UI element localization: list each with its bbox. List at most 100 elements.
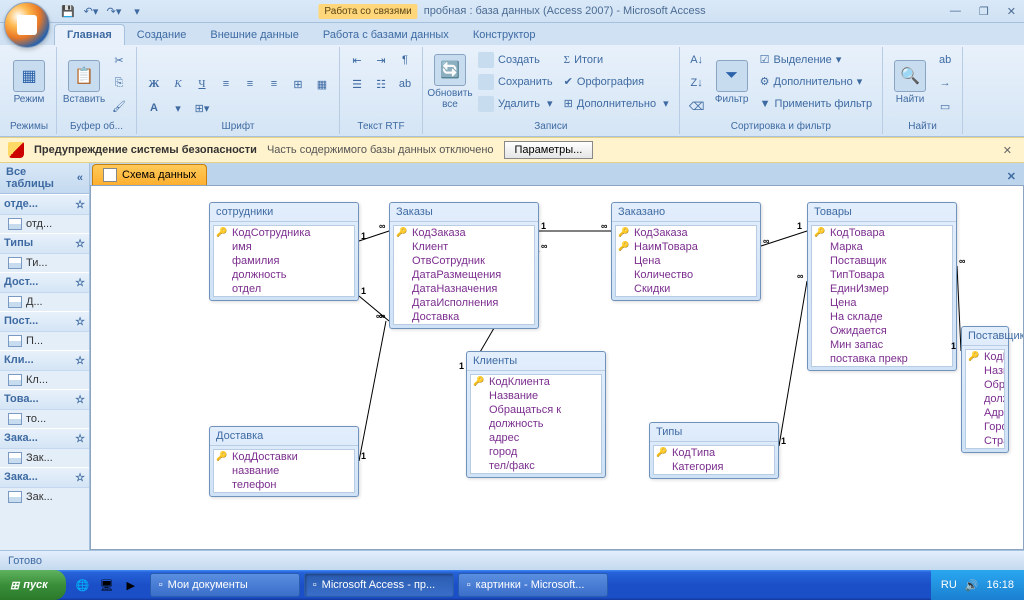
toggle-filter-button[interactable]: ▼Применить фильтр [756, 93, 876, 114]
nav-table-item[interactable]: Зак... [0, 488, 89, 506]
align-right-button[interactable]: ≡ [263, 73, 285, 95]
nav-group-header[interactable]: отде...☆ [0, 194, 89, 215]
refresh-all-button[interactable]: 🔄 Обновить все [429, 49, 471, 115]
nav-table-item[interactable]: Зак... [0, 449, 89, 467]
view-mode-button[interactable]: ▦ Режим [8, 49, 50, 115]
taskbar-app-button[interactable]: ▫картинки - Microsoft... [458, 573, 608, 597]
table-field[interactable]: КодЗаказа [394, 226, 534, 240]
nav-group-header[interactable]: Типы☆ [0, 233, 89, 254]
decrease-indent-button[interactable]: ⇤ [346, 49, 368, 71]
tab-database-tools[interactable]: Работа с базами данных [311, 25, 461, 45]
minimize-button[interactable]: — [946, 5, 965, 18]
table-field[interactable]: Цена [812, 296, 952, 310]
clear-sort-button[interactable]: ⌫ [686, 95, 708, 117]
table-field[interactable]: Категория [654, 460, 774, 474]
table-field[interactable]: название [214, 464, 354, 478]
ql-desktop-icon[interactable]: 🖥 [96, 574, 118, 596]
table-field[interactable]: КодСотрудника [214, 226, 354, 240]
table-field[interactable]: На складе [812, 310, 952, 324]
select-button[interactable]: ▭ [934, 95, 956, 117]
language-indicator[interactable]: RU [941, 579, 957, 591]
table-field[interactable]: Обращаться к [966, 378, 1004, 392]
bullet-list-button[interactable]: ☰ [346, 73, 368, 95]
save-record-button[interactable]: Сохранить [474, 71, 557, 92]
table-field[interactable]: КодПоставщика [966, 350, 1004, 364]
table-field[interactable]: имя [214, 240, 354, 254]
taskbar-app-button[interactable]: ▫Мои документы [150, 573, 300, 597]
table-field[interactable]: Мин запас [812, 338, 952, 352]
save-icon[interactable]: 💾 [58, 1, 78, 21]
delete-record-button[interactable]: Удалить ▾ [474, 93, 557, 114]
italic-button[interactable]: К [167, 73, 189, 95]
ql-ie-icon[interactable]: 🌐 [72, 574, 94, 596]
table-field[interactable]: тел/факс [471, 459, 601, 473]
security-close-button[interactable]: ✕ [999, 144, 1016, 157]
relationships-tab[interactable]: Схема данных [92, 164, 207, 185]
close-button[interactable]: ✕ [1003, 5, 1020, 18]
tray-icon[interactable]: 🔊 [965, 579, 979, 592]
format-painter-button[interactable]: 🖌 [108, 95, 130, 117]
table-field[interactable]: Название [966, 364, 1004, 378]
nav-group-header[interactable]: Това...☆ [0, 389, 89, 410]
nav-table-item[interactable]: то... [0, 410, 89, 428]
table-field[interactable]: ДатаИсполнения [394, 296, 534, 310]
table-field[interactable]: Количество [616, 268, 756, 282]
table-window-klienty[interactable]: КлиентыКодКлиентаНазваниеОбращаться кдол… [466, 351, 606, 478]
table-field[interactable]: город [471, 445, 601, 459]
underline-button[interactable]: Ч [191, 73, 213, 95]
more-records-button[interactable]: ⊞Дополнительно ▾ [560, 93, 673, 114]
number-list-button[interactable]: ☷ [370, 73, 392, 95]
replace-button[interactable]: ab [934, 49, 956, 71]
nav-group-header[interactable]: Пост...☆ [0, 311, 89, 332]
sort-desc-button[interactable]: Z↓ [686, 72, 708, 94]
spelling-button[interactable]: ✔Орфография [560, 71, 673, 92]
font-color-button[interactable]: A [143, 97, 165, 119]
fill-button[interactable]: ▦ [311, 73, 333, 95]
table-field[interactable]: НаимТовара [616, 240, 756, 254]
ql-media-icon[interactable]: ▶ [120, 574, 142, 596]
highlight-rtf-button[interactable]: ab [394, 73, 416, 95]
table-field[interactable]: Клиент [394, 240, 534, 254]
table-field[interactable]: ДатаНазначения [394, 282, 534, 296]
table-field[interactable]: адрес [471, 431, 601, 445]
start-button[interactable]: ⊞ пуск [0, 570, 66, 600]
selection-filter-button[interactable]: ☑Выделение▾ [756, 49, 876, 70]
table-field[interactable]: Название [471, 389, 601, 403]
find-button[interactable]: 🔍 Найти [889, 49, 931, 115]
table-field[interactable]: должность [966, 392, 1004, 406]
nav-group-header[interactable]: Кли...☆ [0, 350, 89, 371]
tab-external-data[interactable]: Внешние данные [198, 25, 310, 45]
table-field[interactable]: отдел [214, 282, 354, 296]
copy-button[interactable]: ⎘ [108, 72, 130, 94]
ltr-button[interactable]: ¶ [394, 49, 416, 71]
table-field[interactable]: Адрес [966, 406, 1004, 420]
table-field[interactable]: Ожидается [812, 324, 952, 338]
table-field[interactable]: должность [471, 417, 601, 431]
table-field[interactable]: Страна [966, 434, 1004, 448]
font-selector[interactable] [143, 49, 233, 71]
security-options-button[interactable]: Параметры... [504, 141, 594, 159]
paste-button[interactable]: 📋 Вставить [63, 49, 105, 115]
clock[interactable]: 16:18 [986, 579, 1014, 591]
tab-designer[interactable]: Конструктор [461, 25, 548, 45]
table-field[interactable]: фамилия [214, 254, 354, 268]
restore-button[interactable]: ❐ [975, 5, 993, 18]
tab-home[interactable]: Главная [54, 24, 125, 45]
table-field[interactable]: телефон [214, 478, 354, 492]
filter-button[interactable]: ⏷ Фильтр [711, 49, 753, 115]
bold-button[interactable]: Ж [143, 73, 165, 95]
nav-group-header[interactable]: Зака...☆ [0, 428, 89, 449]
nav-group-header[interactable]: Зака...☆ [0, 467, 89, 488]
table-field[interactable]: ДатаРазмещения [394, 268, 534, 282]
table-field[interactable]: Поставщик [812, 254, 952, 268]
align-left-button[interactable]: ≡ [215, 73, 237, 95]
table-window-tovary[interactable]: ТоварыКодТовараМаркаПоставщикТипТовараЕд… [807, 202, 957, 371]
table-field[interactable]: поставка прекр [812, 352, 952, 366]
tab-create[interactable]: Создание [125, 25, 199, 45]
gridlines-button[interactable]: ⊞ [287, 73, 309, 95]
table-field[interactable]: Скидки [616, 282, 756, 296]
goto-button[interactable]: → [934, 72, 956, 94]
advanced-filter-button[interactable]: ⚙Дополнительно▾ [756, 71, 876, 92]
table-field[interactable]: КодТипа [654, 446, 774, 460]
table-field[interactable]: КодТовара [812, 226, 952, 240]
